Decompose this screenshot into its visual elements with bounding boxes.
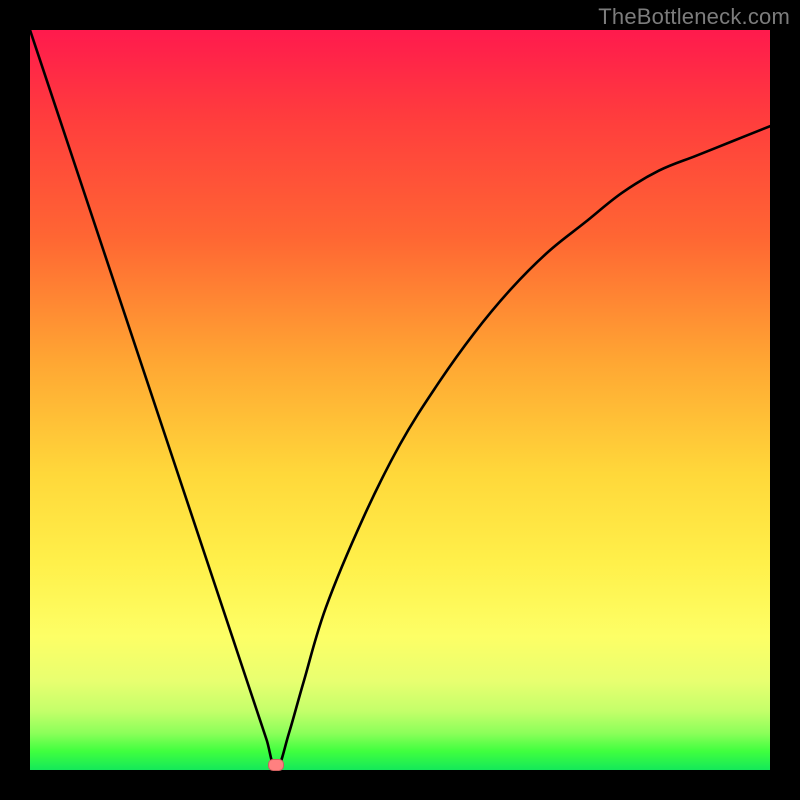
bottleneck-curve bbox=[30, 30, 770, 770]
curve-svg bbox=[30, 30, 770, 770]
chart-frame: TheBottleneck.com bbox=[0, 0, 800, 800]
min-marker bbox=[268, 759, 284, 771]
watermark-text: TheBottleneck.com bbox=[598, 4, 790, 30]
plot-area bbox=[30, 30, 770, 770]
